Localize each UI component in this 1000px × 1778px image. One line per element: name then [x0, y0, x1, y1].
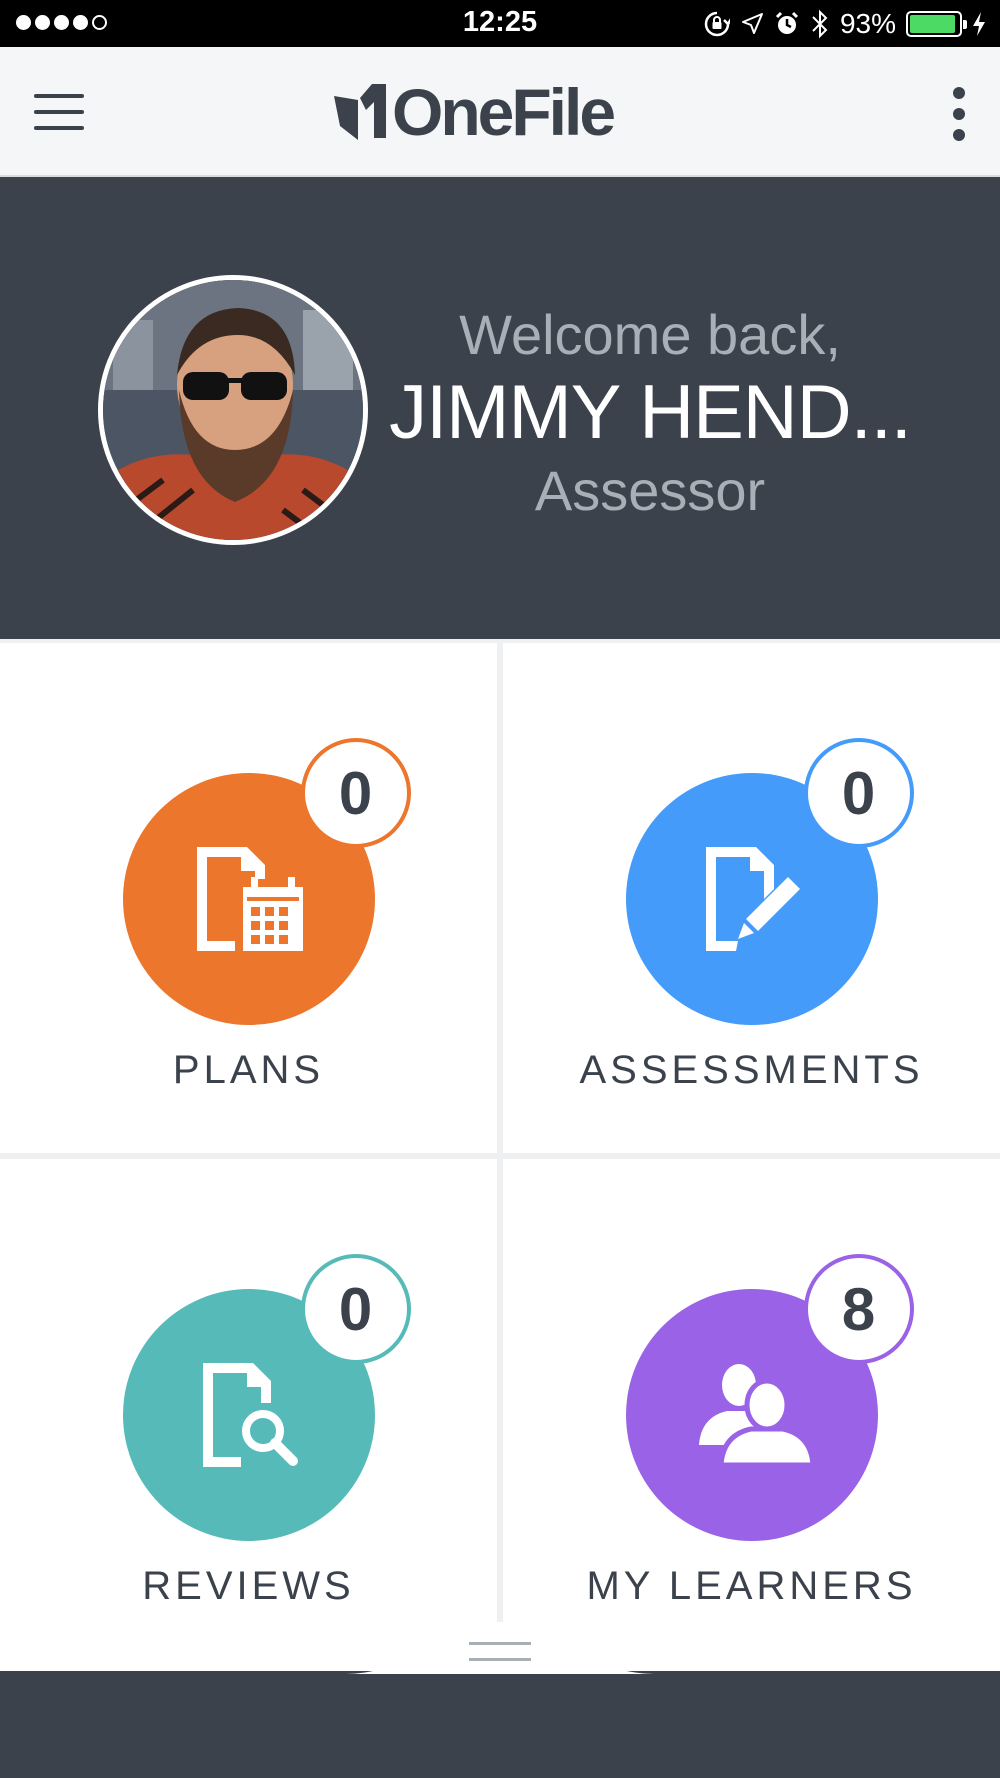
more-options-button[interactable] [944, 87, 974, 141]
alarm-icon [775, 11, 799, 34]
users-icon [698, 1364, 816, 1468]
charging-icon [973, 12, 985, 36]
logo-text: OneFile [392, 75, 616, 149]
bluetooth-icon [812, 9, 828, 39]
my-learners-count-badge: 8 [803, 1254, 914, 1364]
welcome-text: Welcome back, [459, 303, 841, 366]
bottom-bar [0, 1671, 1000, 1778]
document-edit-icon [705, 847, 800, 951]
app-bar: OneFile [0, 47, 1000, 177]
tile-assessments[interactable]: 0 ASSESSMENTS [503, 643, 1000, 1153]
assessments-label: ASSESSMENTS [579, 1048, 924, 1092]
document-search-icon [202, 1363, 298, 1467]
plans-count-badge: 0 [300, 738, 411, 848]
onefile-logo: OneFile [332, 75, 616, 149]
plans-label: PLANS [172, 1048, 325, 1092]
avatar-photo [103, 280, 363, 540]
battery-icon [906, 11, 967, 37]
status-bar: 12:25 93% [0, 0, 1000, 47]
battery-percentage: 93% [839, 8, 896, 39]
my-learners-label: MY LEARNERS [586, 1564, 917, 1608]
plan-calendar-icon [196, 847, 303, 951]
reviews-label: REVIEWS [142, 1564, 355, 1608]
status-indicators: 93% [704, 6, 986, 42]
orientation-lock-icon [704, 11, 730, 37]
tile-reviews[interactable]: 0 REVIEWS [0, 1159, 497, 1671]
assessments-count-badge: 0 [803, 738, 914, 848]
drawer-handle-icon[interactable] [469, 1640, 531, 1666]
dashboard-tiles: 0 PLANS 0 ASSESSMENTS 0 REVIEWS 8 MY LEA… [0, 639, 1000, 1671]
welcome-header: Welcome back, JIMMY HEND... Assessor [0, 177, 1000, 639]
onefile-logo-icon [334, 84, 386, 140]
reviews-count-badge: 0 [300, 1254, 411, 1364]
user-name: JIMMY HEND... [389, 370, 912, 455]
tile-plans[interactable]: 0 PLANS [0, 643, 497, 1153]
avatar[interactable] [98, 275, 368, 545]
location-icon [741, 13, 763, 34]
user-role: Assessor [534, 459, 766, 522]
hamburger-menu-button[interactable] [34, 92, 86, 132]
greeting: Welcome back, JIMMY HEND... Assessor [375, 302, 925, 524]
tile-my-learners[interactable]: 8 MY LEARNERS [503, 1159, 1000, 1671]
